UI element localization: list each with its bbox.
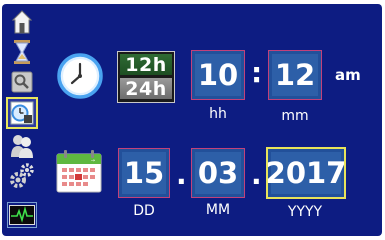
gear-icon <box>10 163 34 188</box>
home-icon <box>12 10 32 34</box>
date-separator-2: . <box>251 158 262 191</box>
month-label: MM <box>205 202 231 218</box>
hours-field[interactable]: 10 <box>191 50 245 100</box>
month-field[interactable]: 03 <box>191 148 245 198</box>
screen: 12h 24h 10 : 12 am hh mm → 15 . 03 . 201… <box>0 0 385 240</box>
time-separator: : <box>251 56 263 89</box>
time-format-toggle[interactable]: 12h 24h <box>117 51 175 103</box>
day-label: DD <box>133 203 155 219</box>
sidebar-item-users[interactable] <box>7 132 37 160</box>
sidebar-item-clock-settings[interactable] <box>6 97 38 129</box>
svg-text:→: → <box>91 158 95 164</box>
minutes-label: mm <box>281 108 309 124</box>
datetime-panel: 12h 24h 10 : 12 am hh mm → 15 . 03 . 201… <box>2 4 382 236</box>
sidebar-item-hourglass[interactable] <box>7 38 37 66</box>
search-icon <box>11 71 33 93</box>
clock-settings-icon <box>10 101 34 125</box>
date-separator-1: . <box>176 158 187 191</box>
year-label: YYYY <box>287 204 323 220</box>
ampm-indicator[interactable]: am <box>335 66 361 84</box>
sidebar-item-search[interactable] <box>7 68 37 96</box>
format-24h-option[interactable]: 24h <box>120 78 172 100</box>
hourglass-icon <box>14 40 30 64</box>
format-12h-option[interactable]: 12h <box>120 54 172 76</box>
monitor-icon <box>9 205 35 225</box>
sidebar-item-home[interactable] <box>7 8 37 36</box>
sidebar-item-monitor[interactable] <box>7 202 37 228</box>
sidebar <box>4 6 40 232</box>
sidebar-item-settings[interactable] <box>7 162 37 190</box>
hours-label: hh <box>209 106 227 122</box>
clock-icon <box>57 53 103 99</box>
users-icon <box>11 135 33 158</box>
day-field[interactable]: 15 <box>118 148 170 198</box>
calendar-icon: → <box>56 150 102 193</box>
minutes-field[interactable]: 12 <box>268 50 322 100</box>
year-field[interactable]: 2017 <box>266 147 346 199</box>
